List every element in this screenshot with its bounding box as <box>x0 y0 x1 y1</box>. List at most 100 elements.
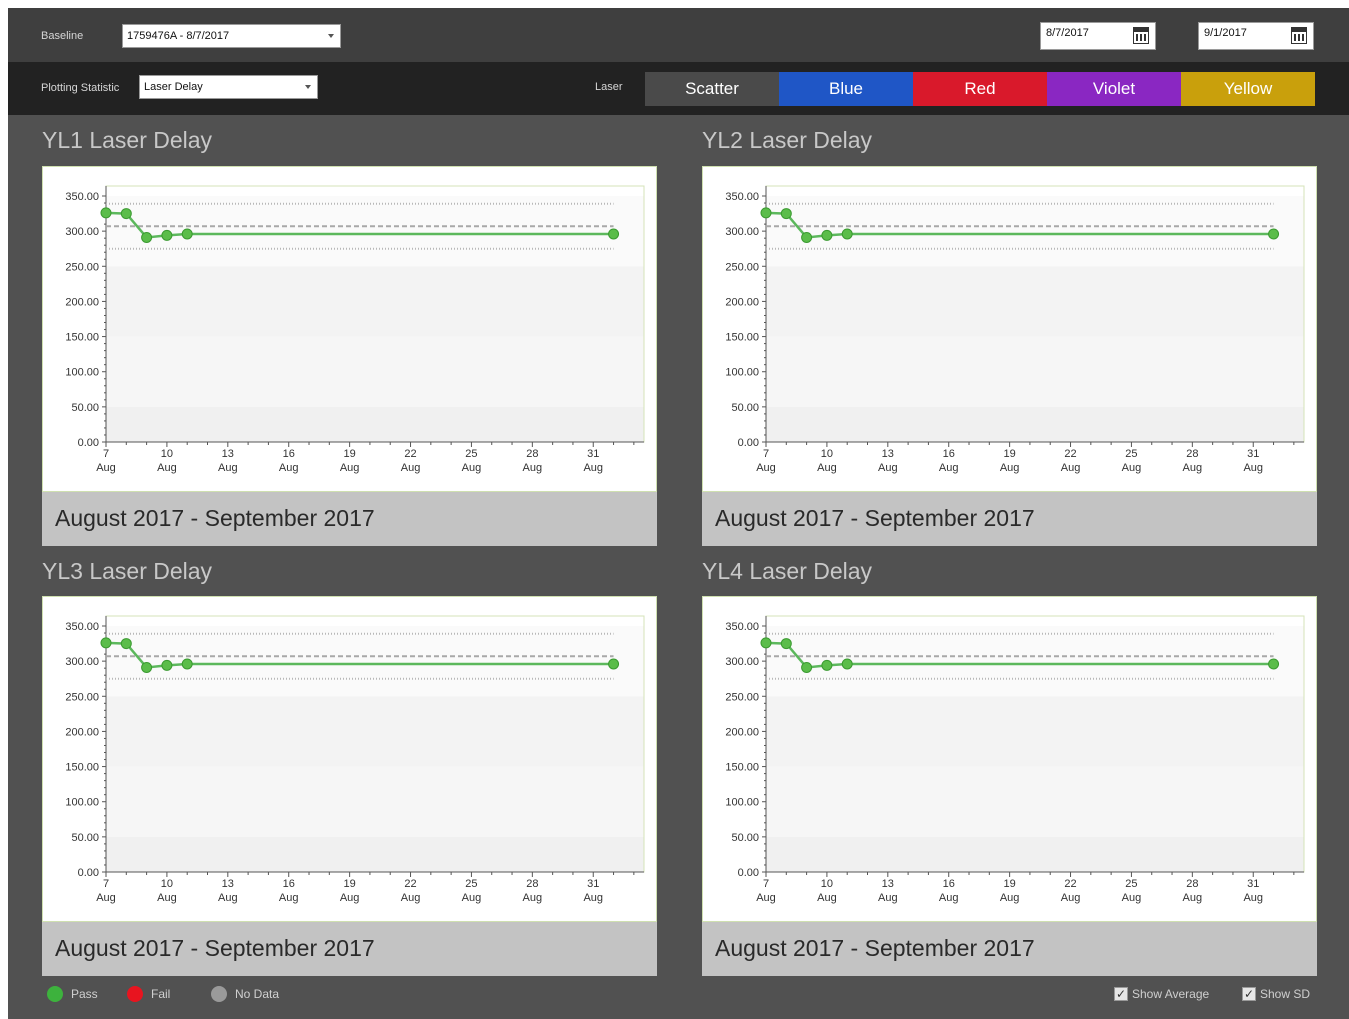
plotting-statistic-label: Plotting Statistic <box>41 82 120 94</box>
calendar-icon[interactable] <box>1291 27 1307 44</box>
x-tick-month-label: Aug <box>401 462 421 474</box>
x-tick-month-label: Aug <box>939 462 959 474</box>
data-point <box>821 229 833 241</box>
x-tick-label: 22 <box>404 878 416 890</box>
chevron-down-icon <box>305 85 311 89</box>
start-date-field[interactable]: 8/7/2017 <box>1040 22 1156 50</box>
laser-button-label: Yellow <box>1223 79 1273 98</box>
laser-button-label: Scatter <box>685 79 739 98</box>
line-chart: 0.00 50.00 100.00 150.00 200.00 250.00 300.00 3… <box>42 166 657 492</box>
baseline-select[interactable]: 1759476A - 8/7/2017 <box>122 24 341 48</box>
y-tick-label: 150.00 <box>725 762 759 774</box>
calendar-icon[interactable] <box>1133 27 1149 44</box>
date-range-label: August 2017 - September 2017 <box>55 505 375 531</box>
x-tick-month-label: Aug <box>817 892 837 904</box>
x-tick-month-label: Aug <box>817 462 837 474</box>
date-range-label: August 2017 - September 2017 <box>55 935 375 961</box>
x-tick-month-label: Aug <box>218 462 238 474</box>
data-point <box>141 231 153 243</box>
x-tick-label: 10 <box>161 448 173 460</box>
laser-button-yellow[interactable]: Yellow <box>1181 72 1315 106</box>
x-tick-month-label: Aug <box>1183 892 1203 904</box>
x-tick-label: 25 <box>1125 878 1137 890</box>
chart-title: YL2 Laser Delay <box>702 127 873 153</box>
x-tick-label: 7 <box>763 878 769 890</box>
laser-label: Laser <box>595 81 623 93</box>
show-sd-toggle[interactable]: ✓ Show SD <box>1242 987 1310 1001</box>
x-tick-month-label: Aug <box>1061 462 1081 474</box>
x-tick-label: 16 <box>283 878 295 890</box>
x-tick-label: 25 <box>1125 448 1137 460</box>
x-tick-month-label: Aug <box>462 892 482 904</box>
y-tick-label: 300.00 <box>725 226 759 238</box>
y-tick-label: 150.00 <box>725 332 759 344</box>
chart-panel-yl4: 0.00 50.00 100.00 150.00 200.00 250.00 300.00 3… <box>702 596 1317 976</box>
y-tick-label: 300.00 <box>65 656 99 668</box>
laser-button-violet[interactable]: Violet <box>1047 72 1181 106</box>
x-tick-month-label: Aug <box>878 892 898 904</box>
x-tick-label: 25 <box>465 448 477 460</box>
y-tick-label: 350.00 <box>65 621 99 633</box>
x-tick-label: 7 <box>103 448 109 460</box>
pass-dot-icon <box>47 986 63 1002</box>
legend-label: No Data <box>235 987 280 1001</box>
y-tick-label: 150.00 <box>65 762 99 774</box>
chevron-down-icon <box>328 34 334 38</box>
plot-band <box>766 836 1304 872</box>
show-average-label: Show Average <box>1132 987 1210 1001</box>
end-date-field[interactable]: 9/1/2017 <box>1198 22 1314 50</box>
x-tick-month-label: Aug <box>1243 462 1263 474</box>
data-point <box>608 658 620 670</box>
y-tick-label: 350.00 <box>725 621 759 633</box>
chart-title: YL1 Laser Delay <box>42 127 213 153</box>
laser-button-scatter[interactable]: Scatter <box>645 72 779 106</box>
data-point <box>141 661 153 673</box>
y-tick-label: 300.00 <box>725 656 759 668</box>
x-tick-month-label: Aug <box>756 892 776 904</box>
y-tick-label: 200.00 <box>725 296 759 308</box>
x-tick-label: 19 <box>1003 448 1015 460</box>
plot-band <box>106 266 644 337</box>
checkbox-checked-icon[interactable]: ✓ <box>1242 987 1256 1001</box>
x-tick-month-label: Aug <box>878 462 898 474</box>
data-point <box>760 207 772 219</box>
data-point <box>841 228 853 240</box>
x-tick-month-label: Aug <box>279 892 299 904</box>
x-tick-month-label: Aug <box>939 892 959 904</box>
x-tick-label: 13 <box>222 878 234 890</box>
x-tick-label: 28 <box>526 878 538 890</box>
data-point <box>780 208 792 220</box>
x-tick-label: 16 <box>943 448 955 460</box>
laser-button-blue[interactable]: Blue <box>779 72 913 106</box>
y-tick-label: 100.00 <box>725 797 759 809</box>
y-tick-label: 300.00 <box>65 226 99 238</box>
checkbox-checked-icon[interactable]: ✓ <box>1114 987 1128 1001</box>
x-tick-month-label: Aug <box>1183 462 1203 474</box>
data-point <box>161 229 173 241</box>
chart-title: YL4 Laser Delay <box>702 558 873 584</box>
show-sd-label: Show SD <box>1260 987 1311 1001</box>
y-tick-label: 50.00 <box>731 402 759 414</box>
x-tick-month-label: Aug <box>1000 892 1020 904</box>
chart-date-range: August 2017 - September 2017 <box>702 922 1317 976</box>
laser-button-red[interactable]: Red <box>913 72 1047 106</box>
show-average-toggle[interactable]: ✓ Show Average <box>1114 987 1209 1001</box>
data-point <box>100 637 112 649</box>
x-tick-label: 22 <box>1064 878 1076 890</box>
x-tick-month-label: Aug <box>157 892 177 904</box>
x-tick-label: 22 <box>1064 448 1076 460</box>
x-tick-month-label: Aug <box>462 462 482 474</box>
data-point <box>801 231 813 243</box>
plotting-statistic-select[interactable]: Laser Delay <box>139 75 318 99</box>
chart-date-range: August 2017 - September 2017 <box>702 492 1317 546</box>
y-tick-label: 100.00 <box>725 367 759 379</box>
y-tick-label: 200.00 <box>65 296 99 308</box>
plot-band <box>766 336 1304 407</box>
plotting-statistic-value: Laser Delay <box>144 81 203 93</box>
x-tick-label: 28 <box>1186 448 1198 460</box>
line-chart: 0.00 50.00 100.00 150.00 200.00 250.00 300.00 3… <box>702 166 1317 492</box>
y-tick-label: 250.00 <box>725 691 759 703</box>
x-tick-month-label: Aug <box>1061 892 1081 904</box>
data-point <box>181 658 193 670</box>
data-point <box>608 228 620 240</box>
